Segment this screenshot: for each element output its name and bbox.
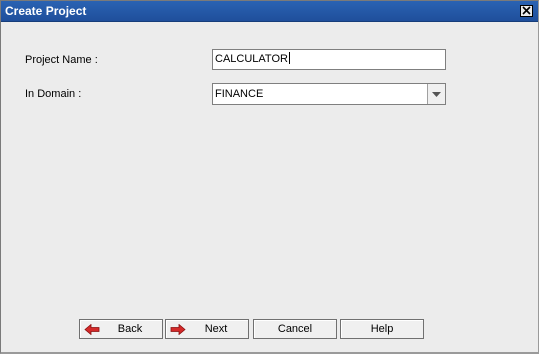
project-name-value: CALCULATOR: [215, 53, 288, 65]
help-button-label: Help: [370, 323, 394, 335]
chevron-down-icon: [432, 92, 441, 97]
next-button-label: Next: [204, 323, 228, 335]
project-name-label: Project Name :: [25, 54, 98, 66]
close-button[interactable]: [520, 5, 533, 17]
cancel-button-label: Cancel: [277, 323, 313, 335]
help-button[interactable]: Help: [340, 319, 424, 339]
window-title: Create Project: [5, 4, 87, 18]
domain-dropdown-button[interactable]: [427, 84, 445, 104]
project-name-input[interactable]: CALCULATOR: [212, 49, 446, 70]
cancel-button[interactable]: Cancel: [253, 319, 337, 339]
create-project-dialog: Create Project Project Name : CALCULATOR…: [0, 0, 539, 354]
close-icon: [522, 6, 531, 15]
back-button[interactable]: Back: [79, 319, 163, 339]
domain-select-value: FINANCE: [215, 88, 264, 100]
domain-select[interactable]: FINANCE: [212, 83, 446, 105]
text-caret: [288, 52, 290, 64]
domain-label: In Domain :: [25, 88, 82, 100]
next-button[interactable]: Next: [165, 319, 249, 339]
back-button-label: Back: [117, 323, 143, 335]
title-bar[interactable]: Create Project: [1, 1, 538, 22]
